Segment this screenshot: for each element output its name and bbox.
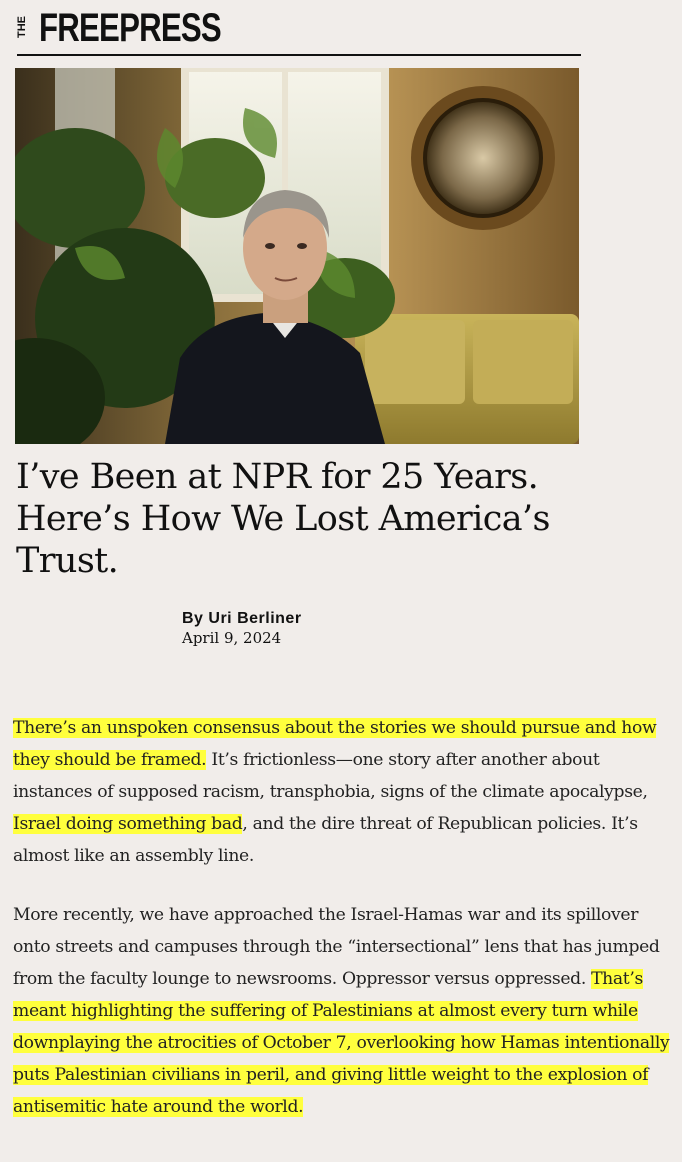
highlighted-text: Israel doing something bad — [13, 814, 243, 834]
publish-date: April 9, 2024 — [182, 629, 282, 647]
article-paragraph: More recently, we have approached the Is… — [13, 899, 678, 1123]
masthead: THE FREEPRESS — [16, 6, 581, 56]
masthead-the: THE — [16, 16, 28, 38]
byline: By Uri Berliner April 9, 2024 — [182, 610, 302, 648]
paragraph-text: More recently, we have approached the Is… — [13, 905, 660, 989]
highlighted-text: That’s meant highlighting the suffering … — [13, 969, 670, 1117]
hero-image — [15, 68, 579, 444]
masthead-logo[interactable]: FREEPRESS — [39, 8, 222, 48]
byline-author[interactable]: By Uri Berliner — [182, 610, 302, 628]
article-paragraph: There’s an unspoken consensus about the … — [13, 712, 678, 872]
headline: I’ve Been at NPR for 25 Years. Here’s Ho… — [16, 457, 550, 581]
